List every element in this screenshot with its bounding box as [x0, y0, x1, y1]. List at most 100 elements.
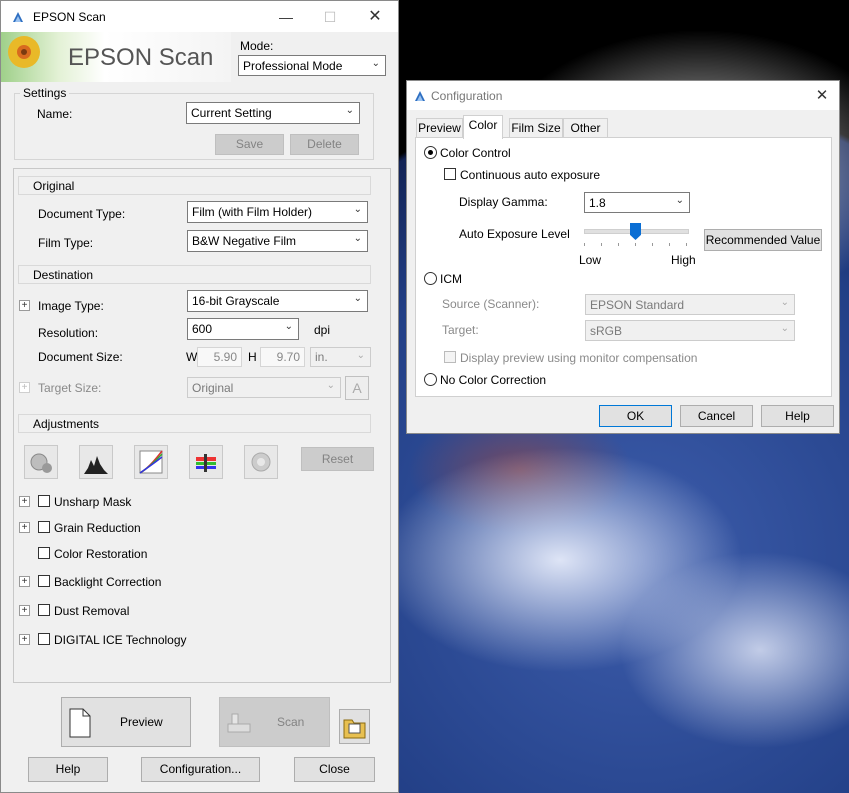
icm-radio[interactable] [424, 272, 437, 285]
document-type-label: Document Type: [38, 207, 126, 221]
configuration-label: Configuration... [159, 762, 242, 776]
color-control-radio[interactable] [424, 146, 437, 159]
grain-reduction-expand-icon[interactable]: + [19, 522, 30, 533]
close-icon[interactable]: ✕ [353, 3, 397, 31]
tone-correction-icon[interactable] [134, 445, 168, 479]
configuration-button[interactable]: Configuration... [141, 757, 260, 782]
icm-label: ICM [440, 272, 462, 286]
target-dropdown: sRGB ⌄ [585, 320, 795, 341]
digital-ice-checkbox[interactable] [38, 633, 50, 645]
image-type-dropdown[interactable]: 16-bit Grayscale ⌄ [187, 290, 368, 312]
display-preview-monitor-label: Display preview using monitor compensati… [460, 351, 698, 365]
backlight-correction-expand-icon[interactable]: + [19, 576, 30, 587]
unsharp-mask-expand-icon[interactable]: + [19, 496, 30, 507]
histogram-icon[interactable] [79, 445, 113, 479]
maximize-icon: ☐ [323, 9, 337, 25]
minimize-icon[interactable]: — [264, 3, 308, 31]
configuration-dialog: Configuration ✕ Preview Color Film Size … [406, 80, 840, 434]
close-label: Close [319, 762, 350, 776]
display-gamma-dropdown[interactable]: 1.8 ⌄ [584, 192, 690, 213]
display-gamma-value: 1.8 [589, 196, 606, 210]
dust-removal-checkbox[interactable] [38, 604, 50, 616]
ok-label: OK [626, 409, 645, 423]
tab-color[interactable]: Color [463, 115, 503, 139]
mode-label: Mode: [240, 39, 274, 53]
tab-other[interactable]: Other [563, 118, 608, 138]
recommended-value-button[interactable]: Recommended Value [704, 229, 822, 251]
auto-exposure-slider[interactable] [584, 221, 689, 249]
target-size-expand-icon: + [19, 382, 30, 393]
preview-button[interactable]: Preview [61, 697, 191, 747]
grain-reduction-label: Grain Reduction [54, 521, 141, 535]
resolution-label: Resolution: [38, 326, 99, 340]
tab-preview[interactable]: Preview [416, 118, 463, 138]
source-scanner-value: EPSON Standard [590, 298, 685, 312]
chevron-down-icon: ⌄ [371, 58, 380, 69]
unsharp-mask-checkbox[interactable] [38, 495, 50, 507]
epson-titlebar[interactable]: EPSON Scan — ☐ ✕ [1, 1, 398, 32]
tab-other-label: Other [570, 121, 601, 135]
reset-button: Reset [301, 447, 374, 471]
save-label: Save [235, 137, 264, 151]
resolution-value: 600 [192, 322, 213, 336]
dpi-label: dpi [314, 323, 331, 337]
tab-film-size[interactable]: Film Size [509, 118, 563, 138]
dust-removal-expand-icon[interactable]: + [19, 605, 30, 616]
target-size-label: Target Size: [38, 381, 102, 395]
chevron-down-icon: ⌄ [345, 105, 354, 116]
target-label: Target: [442, 323, 479, 337]
scan-label: Scan [277, 715, 305, 729]
original-header: Original [18, 176, 371, 195]
destination-header-text: Destination [33, 268, 94, 282]
adjustments-header: Adjustments [18, 414, 371, 433]
help-button[interactable]: Help [28, 757, 108, 782]
epson-scan-window: EPSON Scan — ☐ ✕ EPSON Scan Mode: Profes… [0, 0, 399, 793]
delete-button[interactable]: Delete [290, 134, 359, 155]
grain-reduction-checkbox[interactable] [38, 521, 50, 533]
continuous-auto-exposure-label: Continuous auto exposure [460, 168, 601, 182]
name-dropdown[interactable]: Current Setting ⌄ [186, 102, 360, 124]
digital-ice-expand-icon[interactable]: + [19, 634, 30, 645]
document-size-label: Document Size: [38, 350, 123, 364]
document-type-dropdown[interactable]: Film (with Film Holder) ⌄ [187, 201, 368, 223]
config-help-button[interactable]: Help [761, 405, 834, 427]
color-restoration-checkbox[interactable] [38, 547, 50, 559]
chevron-down-icon: ⌄ [353, 204, 362, 215]
target-size-value: Original [192, 381, 234, 395]
close-button[interactable]: Close [294, 757, 375, 782]
name-label: Name: [37, 107, 73, 121]
configuration-titlebar[interactable]: Configuration ✕ [407, 81, 839, 110]
folder-icon[interactable] [339, 709, 370, 744]
backlight-correction-checkbox[interactable] [38, 575, 50, 587]
color-restoration-label: Color Restoration [54, 547, 148, 561]
ok-button[interactable]: OK [599, 405, 672, 427]
continuous-auto-exposure-checkbox[interactable] [444, 168, 456, 180]
no-color-correction-radio[interactable] [424, 373, 437, 386]
image-adjustment-icon[interactable] [189, 445, 223, 479]
chevron-down-icon: ⌄ [780, 297, 789, 308]
slider-low-label: Low [579, 253, 602, 267]
display-gamma-label: Display Gamma: [459, 195, 548, 209]
height-value: 9.70 [276, 350, 300, 364]
auto-exposure-icon[interactable] [24, 445, 58, 479]
unit-value: in. [315, 350, 328, 364]
image-type-expand-icon[interactable]: + [19, 300, 30, 311]
slider-thumb[interactable] [630, 223, 641, 240]
reset-label: Reset [321, 452, 354, 466]
cancel-label: Cancel [697, 409, 736, 423]
epson-app-icon [13, 12, 23, 22]
tab-preview-label: Preview [418, 121, 461, 135]
save-button[interactable]: Save [215, 134, 284, 155]
name-value: Current Setting [191, 106, 272, 120]
preview-label: Preview [120, 715, 163, 729]
cancel-button[interactable]: Cancel [680, 405, 753, 427]
color-palette-icon [244, 445, 278, 479]
unsharp-mask-label: Unsharp Mask [54, 495, 132, 509]
scan-button: Scan [219, 697, 330, 747]
close-icon[interactable]: ✕ [804, 82, 840, 110]
resolution-dropdown[interactable]: 600 ⌄ [187, 318, 299, 340]
scanner-icon [227, 713, 251, 733]
film-type-dropdown[interactable]: B&W Negative Film ⌄ [187, 230, 368, 252]
film-type-label: Film Type: [38, 236, 94, 250]
mode-dropdown[interactable]: Professional Mode ⌄ [238, 55, 386, 76]
